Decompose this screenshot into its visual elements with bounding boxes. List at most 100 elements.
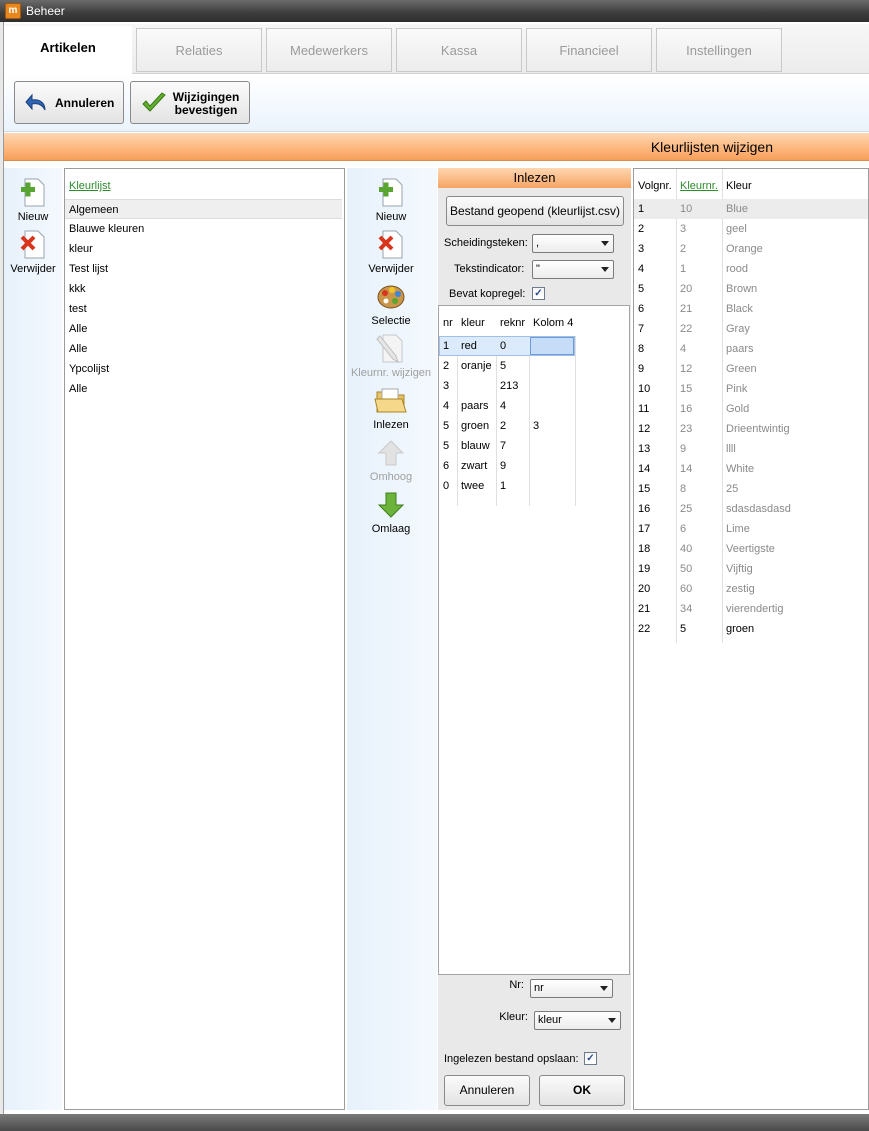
color-cell[interactable]: 25 <box>722 479 738 499</box>
color-row[interactable] <box>634 199 868 219</box>
edit-colornr-button[interactable]: Kleurnr. wijzigen <box>347 332 435 379</box>
new-list-button[interactable]: Nieuw <box>6 176 60 223</box>
move-down-button[interactable]: Omlaag <box>347 490 435 535</box>
col-header-kleurnr[interactable]: Kleurnr. <box>676 176 718 196</box>
color-cell[interactable]: Green <box>722 359 757 379</box>
color-row[interactable] <box>634 219 868 239</box>
color-cell[interactable]: 5 <box>634 279 644 299</box>
move-up-button[interactable]: Omhoog <box>347 438 435 483</box>
tab-financieel[interactable]: Financieel <box>526 28 652 72</box>
color-cell[interactable]: 34 <box>676 599 692 619</box>
import-cell[interactable]: 213 <box>496 376 518 396</box>
import-cancel-button[interactable]: Annuleren <box>444 1075 530 1106</box>
tab-kassa[interactable]: Kassa <box>396 28 522 72</box>
save-imported-checkbox[interactable]: ✓ <box>584 1052 597 1065</box>
import-cell[interactable]: oranje <box>457 356 492 376</box>
import-cell[interactable] <box>529 356 533 376</box>
colorlist-item[interactable]: kkk <box>65 279 342 299</box>
color-cell[interactable]: Gold <box>722 399 749 419</box>
color-row[interactable] <box>634 259 868 279</box>
import-cell[interactable]: blauw <box>457 436 490 456</box>
import-col-header[interactable]: Kolom 4 <box>529 313 573 333</box>
color-row[interactable] <box>634 479 868 499</box>
color-cell[interactable]: 7 <box>634 319 644 339</box>
color-cell[interactable]: 12 <box>676 359 692 379</box>
color-cell[interactable]: 20 <box>634 579 650 599</box>
color-row[interactable] <box>634 439 868 459</box>
color-cell[interactable]: geel <box>722 219 747 239</box>
color-cell[interactable]: 8 <box>676 479 686 499</box>
color-cell[interactable]: White <box>722 459 754 479</box>
import-cell[interactable]: twee <box>457 476 484 496</box>
color-cell[interactable]: Black <box>722 299 753 319</box>
color-cell[interactable]: 16 <box>634 499 650 519</box>
color-cell[interactable]: groen <box>722 619 754 639</box>
color-cell[interactable]: 9 <box>634 359 644 379</box>
nr-select[interactable]: nr <box>530 979 613 998</box>
kleur-select[interactable]: kleur <box>534 1011 621 1030</box>
headerrow-checkbox[interactable]: ✓ <box>532 287 545 300</box>
color-cell[interactable]: 9 <box>676 439 686 459</box>
color-cell[interactable]: Orange <box>722 239 763 259</box>
color-cell[interactable]: 12 <box>634 419 650 439</box>
colorlist-item[interactable]: Algemeen <box>65 199 342 219</box>
color-cell[interactable]: 22 <box>676 319 692 339</box>
import-cell[interactable]: 9 <box>496 456 506 476</box>
colorlist-item[interactable]: test <box>65 299 342 319</box>
color-cell[interactable]: 4 <box>634 259 644 279</box>
color-cell[interactable]: 25 <box>676 499 692 519</box>
import-col-header[interactable]: nr <box>439 313 453 333</box>
color-cell[interactable]: 18 <box>634 539 650 559</box>
color-cell[interactable]: Blue <box>722 199 748 219</box>
color-cell[interactable]: 2 <box>676 239 686 259</box>
color-cell[interactable]: paars <box>722 339 754 359</box>
import-cell[interactable]: 0 <box>496 336 506 356</box>
import-cell[interactable]: 4 <box>496 396 506 416</box>
color-row[interactable] <box>634 399 868 419</box>
import-cell[interactable]: paars <box>457 396 489 416</box>
import-cell[interactable]: 3 <box>529 416 539 436</box>
color-cell[interactable]: 23 <box>676 419 692 439</box>
color-cell[interactable]: 3 <box>676 219 686 239</box>
color-row[interactable] <box>634 379 868 399</box>
colorlist-item[interactable]: Blauwe kleuren <box>65 219 342 239</box>
color-cell[interactable]: 13 <box>634 439 650 459</box>
textindicator-select[interactable]: " <box>532 260 614 279</box>
color-row[interactable] <box>634 319 868 339</box>
import-ok-button[interactable]: OK <box>539 1075 625 1106</box>
color-cell[interactable]: 15 <box>676 379 692 399</box>
import-cell[interactable] <box>457 376 461 396</box>
color-cell[interactable]: Vijftig <box>722 559 753 579</box>
color-cell[interactable]: 6 <box>634 299 644 319</box>
color-cell[interactable]: 8 <box>634 339 644 359</box>
import-cell[interactable]: 1 <box>496 476 506 496</box>
colorlist-item[interactable]: Alle <box>65 339 342 359</box>
selection-button[interactable]: Selectie <box>347 280 435 327</box>
color-cell[interactable]: zestig <box>722 579 755 599</box>
color-row[interactable] <box>634 519 868 539</box>
colorlist-header[interactable]: Kleurlijst <box>65 176 111 196</box>
separator-select[interactable]: , <box>532 234 614 253</box>
colorlist-item[interactable]: kleur <box>65 239 342 259</box>
color-cell[interactable]: llll <box>722 439 736 459</box>
colorlist-item[interactable]: Alle <box>65 379 342 399</box>
import-col-header[interactable]: kleur <box>457 313 485 333</box>
color-cell[interactable]: 20 <box>676 279 692 299</box>
colorlist-item[interactable]: Ypcolijst <box>65 359 342 379</box>
tab-instellingen[interactable]: Instellingen <box>656 28 782 72</box>
color-cell[interactable]: 14 <box>634 459 650 479</box>
tab-relaties[interactable]: Relaties <box>136 28 262 72</box>
color-cell[interactable]: vierendertig <box>722 599 783 619</box>
color-cell[interactable]: Gray <box>722 319 750 339</box>
color-cell[interactable]: 10 <box>676 199 692 219</box>
tab-medewerkers[interactable]: Medewerkers <box>266 28 392 72</box>
colorlist-item[interactable]: Test lijst <box>65 259 342 279</box>
import-button[interactable]: Inlezen <box>347 384 435 431</box>
import-cell[interactable] <box>529 476 533 496</box>
import-cell[interactable] <box>529 456 533 476</box>
color-cell[interactable]: Pink <box>722 379 747 399</box>
color-cell[interactable]: Veertigste <box>722 539 775 559</box>
cancel-button[interactable]: Annuleren <box>14 81 124 124</box>
confirm-changes-button[interactable]: Wijzigingen bevestigen <box>130 81 250 124</box>
active-cell[interactable] <box>530 337 574 355</box>
